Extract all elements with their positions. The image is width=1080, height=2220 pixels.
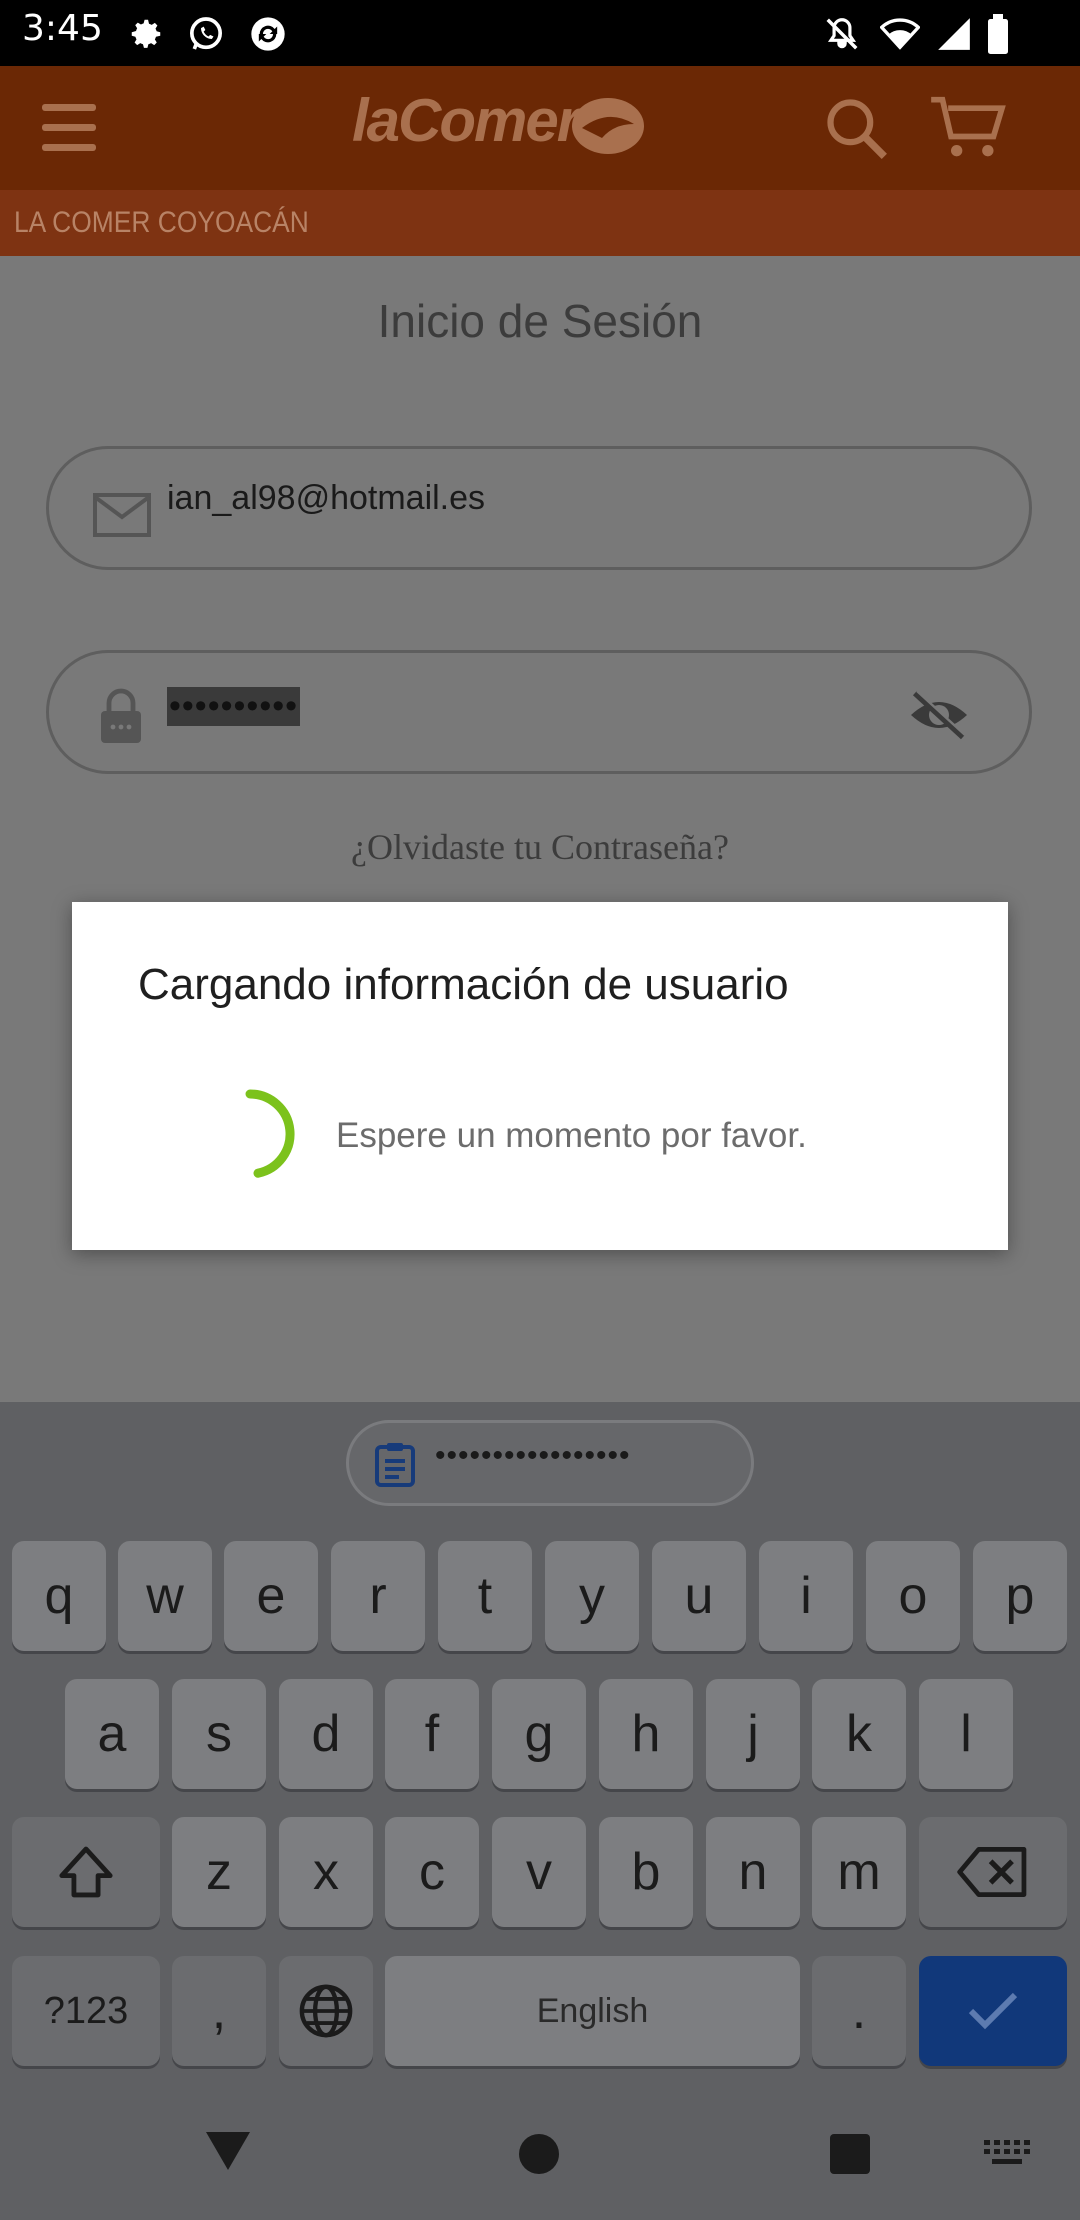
key-o[interactable]: o — [866, 1541, 960, 1651]
store-bar[interactable]: LA COMER COYOACÁN — [0, 190, 1080, 256]
key-w[interactable]: w — [118, 1541, 212, 1651]
done-key[interactable] — [919, 1956, 1067, 2066]
wifi-icon — [878, 12, 922, 56]
backspace-key[interactable] — [919, 1817, 1067, 1927]
loading-dialog: Cargando información de usuario Espere u… — [72, 902, 1008, 1250]
store-name: LA COMER COYOACÁN — [14, 206, 309, 239]
search-icon[interactable] — [822, 94, 890, 162]
shift-key[interactable] — [12, 1817, 160, 1927]
settings-icon — [124, 12, 168, 56]
signal-icon — [932, 12, 976, 56]
battery-icon — [976, 12, 1020, 56]
back-nav-icon[interactable] — [204, 2128, 252, 2172]
dialog-message: Espere un momento por favor. — [336, 1116, 807, 1155]
key-n[interactable]: n — [706, 1817, 800, 1927]
email-field[interactable]: ian_al98@hotmail.es — [46, 446, 1032, 570]
visibility-off-icon[interactable] — [907, 689, 971, 741]
sync-app-icon — [246, 12, 290, 56]
clipboard-icon — [375, 1443, 415, 1487]
logo-emblem-icon — [572, 98, 644, 154]
password-value: •••••••••• — [167, 687, 301, 726]
email-value: ian_al98@hotmail.es — [167, 479, 486, 517]
key-h[interactable]: h — [599, 1679, 693, 1789]
whatsapp-icon — [184, 12, 228, 56]
key-s[interactable]: s — [172, 1679, 266, 1789]
key-p[interactable]: p — [973, 1541, 1067, 1651]
loading-spinner — [245, 1089, 295, 1178]
period-key[interactable]: . — [812, 1956, 906, 2066]
soft-keyboard — [0, 1402, 1080, 2220]
menu-icon[interactable] — [42, 104, 96, 152]
key-l[interactable]: l — [919, 1679, 1013, 1789]
checkmark-icon — [968, 1992, 1018, 2030]
key-j[interactable]: j — [706, 1679, 800, 1789]
symbols-key[interactable]: ?123 — [12, 1956, 160, 2066]
key-i[interactable]: i — [759, 1541, 853, 1651]
home-nav-icon[interactable] — [517, 2132, 561, 2176]
keyboard-hide-icon[interactable] — [984, 2140, 1030, 2168]
clipboard-text: ••••••••••••••••• — [435, 1439, 631, 1472]
status-time: 3:45 — [22, 8, 103, 49]
notifications-off-icon — [820, 12, 864, 56]
dialog-title: Cargando información de usuario — [138, 960, 789, 1009]
key-z[interactable]: z — [172, 1817, 266, 1927]
comma-key[interactable]: , — [172, 1956, 266, 2066]
backspace-icon — [957, 1847, 1027, 1897]
key-m[interactable]: m — [812, 1817, 906, 1927]
page-title: Inicio de Sesión — [377, 295, 703, 347]
key-r[interactable]: r — [331, 1541, 425, 1651]
key-q[interactable]: q — [12, 1541, 106, 1651]
language-key[interactable] — [279, 1956, 373, 2066]
status-bar: 3:45 — [0, 0, 1080, 66]
space-key[interactable]: English — [385, 1956, 800, 2066]
key-y[interactable]: y — [545, 1541, 639, 1651]
clipboard-suggestion[interactable]: ••••••••••••••••• — [346, 1420, 754, 1506]
lacomer-logo: laComer — [352, 87, 580, 154]
key-g[interactable]: g — [492, 1679, 586, 1789]
forgot-password-link[interactable]: ¿Olvidaste tu Contraseña? — [0, 826, 1080, 868]
key-b[interactable]: b — [599, 1817, 693, 1927]
key-d[interactable]: d — [279, 1679, 373, 1789]
key-f[interactable]: f — [385, 1679, 479, 1789]
key-c[interactable]: c — [385, 1817, 479, 1927]
lock-icon — [101, 688, 141, 743]
key-a[interactable]: a — [65, 1679, 159, 1789]
key-v[interactable]: v — [492, 1817, 586, 1927]
key-x[interactable]: x — [279, 1817, 373, 1927]
password-field[interactable]: •••••••••• — [46, 650, 1032, 774]
key-k[interactable]: k — [812, 1679, 906, 1789]
key-u[interactable]: u — [652, 1541, 746, 1651]
recents-nav-icon[interactable] — [828, 2132, 872, 2176]
mail-icon — [93, 493, 151, 537]
shift-icon — [59, 1846, 113, 1898]
globe-icon — [299, 1984, 353, 2038]
cart-icon[interactable] — [928, 94, 1008, 162]
key-e[interactable]: e — [224, 1541, 318, 1651]
key-t[interactable]: t — [438, 1541, 532, 1651]
